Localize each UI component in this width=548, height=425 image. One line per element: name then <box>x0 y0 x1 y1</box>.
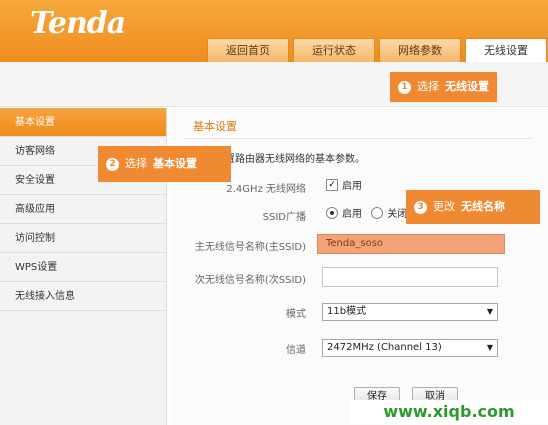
channel-select[interactable]: 2472MHz (Channel 13) ▼ <box>322 339 498 357</box>
ssid-broadcast-off-label: 关闭 <box>387 209 408 220</box>
ssid-broadcast-control: 启用 关闭 <box>326 205 407 220</box>
callout-step-3-action: 更改 <box>433 200 455 213</box>
ssid-broadcast-off-radio[interactable] <box>371 206 384 219</box>
sidebar-item-access-control[interactable]: 访问控制 <box>0 224 166 253</box>
ssid-broadcast-on-radio[interactable] <box>326 206 338 219</box>
step-number-icon: 2 <box>106 157 119 171</box>
main-ssid-input[interactable]: Tenda_soso <box>317 234 505 254</box>
wifi24-checkbox-label: 启用 <box>342 181 362 192</box>
callout-step-1-target: 无线设置 <box>445 80 489 93</box>
sidebar-item-advanced[interactable]: 高级应用 <box>0 195 166 224</box>
chevron-down-icon: ▼ <box>486 343 493 352</box>
ssid-broadcast-on-label: 启用 <box>342 209 362 220</box>
sub-ssid-label: 次无线信号名称(次SSID) <box>194 275 306 286</box>
mode-label: 模式 <box>286 309 306 320</box>
callout-step-1: 1 选择 无线设置 <box>390 72 497 102</box>
channel-label: 信道 <box>286 345 306 356</box>
callout-step-2-target: 基本设置 <box>153 157 197 170</box>
ssid-broadcast-label: SSID广播 <box>262 212 306 223</box>
sidebar-item-client-info[interactable]: 无线接入信息 <box>0 282 166 311</box>
sidebar-item-wps[interactable]: WPS设置 <box>0 253 166 282</box>
sub-ssid-input[interactable] <box>322 267 498 287</box>
tab-status[interactable]: 运行状态 <box>293 38 375 62</box>
sidebar-item-basic[interactable]: 基本设置 <box>0 108 166 137</box>
step-number-icon: 1 <box>398 80 411 94</box>
main-ssid-label: 主无线信号名称(主SSID) <box>194 242 306 253</box>
page-description: 置路由器无线网络的基本参数。 <box>225 154 365 165</box>
page-title: 基本设置 <box>193 120 237 133</box>
callout-step-3-target: 无线名称 <box>461 200 505 213</box>
title-divider <box>183 138 533 139</box>
wifi24-control: ✓ 启用 <box>326 177 362 192</box>
mode-select-value: 11b模式 <box>327 306 367 317</box>
tab-wireless[interactable]: 无线设置 <box>465 38 547 62</box>
callout-step-1-action: 选择 <box>417 80 439 93</box>
callout-step-2-action: 选择 <box>125 157 147 170</box>
tab-network[interactable]: 网络参数 <box>379 38 461 62</box>
header-bar: Tenda 返回首页 运行状态 网络参数 无线设置 <box>0 0 548 62</box>
step-number-icon: 3 <box>414 200 427 214</box>
site-watermark: www.xiqb.com <box>350 400 548 424</box>
channel-select-value: 2472MHz (Channel 13) <box>327 342 442 353</box>
callout-step-3: 3 更改 无线名称 <box>406 190 540 224</box>
tenda-logo: Tenda <box>30 6 126 41</box>
wifi24-checkbox[interactable]: ✓ <box>326 178 338 191</box>
mode-select[interactable]: 11b模式 ▼ <box>322 303 498 321</box>
wifi24-label: 2.4GHz 无线网络 <box>226 184 306 195</box>
callout-step-2: 2 选择 基本设置 <box>98 146 231 182</box>
tab-home[interactable]: 返回首页 <box>207 38 289 62</box>
chevron-down-icon: ▼ <box>486 307 493 316</box>
